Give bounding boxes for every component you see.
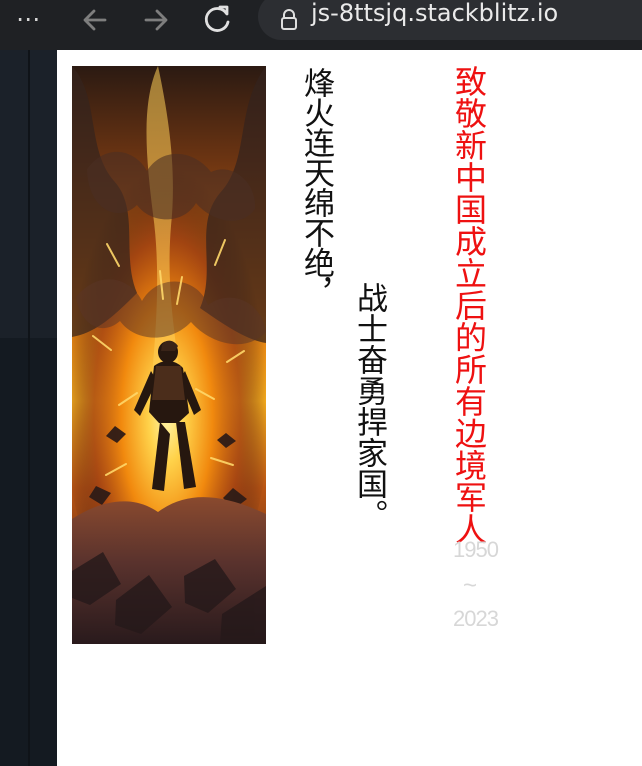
editor-sidebar bbox=[0, 50, 57, 766]
back-button[interactable] bbox=[78, 3, 112, 37]
address-bar[interactable]: js-8ttsjq.stackblitz.io bbox=[258, 0, 642, 40]
lock-icon bbox=[281, 9, 297, 30]
year-separator: ~ bbox=[462, 572, 477, 599]
rendered-page: 烽火连天绵不绝， 战士奋勇捍家国。 致敬新中国成立后的所有边境军人 1950 ~… bbox=[57, 50, 642, 766]
reload-button[interactable] bbox=[201, 3, 235, 37]
poem-line-two: 战士奋勇捍家国。 bbox=[351, 282, 387, 530]
reload-icon bbox=[204, 5, 230, 32]
forward-button[interactable] bbox=[139, 3, 173, 37]
tribute-title: 致敬新中国成立后的所有边境军人 bbox=[450, 65, 488, 545]
arrow-right-icon bbox=[144, 9, 168, 31]
soldier-explosion-image bbox=[72, 66, 266, 644]
arrow-left-icon bbox=[83, 9, 107, 31]
end-year: 2023 bbox=[453, 606, 499, 631]
year-range: 1950 ~ 2023 bbox=[453, 535, 499, 631]
more-horizontal-icon[interactable]: ⋯ bbox=[16, 7, 42, 31]
poem-line-one: 烽火连天绵不绝， bbox=[298, 67, 334, 307]
start-year: 1950 bbox=[453, 537, 499, 562]
sidebar-divider bbox=[28, 50, 30, 766]
browser-toolbar: ⋯ js-8ttsjq.stackblitz.io bbox=[0, 0, 642, 50]
url-text[interactable]: js-8ttsjq.stackblitz.io bbox=[311, 1, 558, 25]
